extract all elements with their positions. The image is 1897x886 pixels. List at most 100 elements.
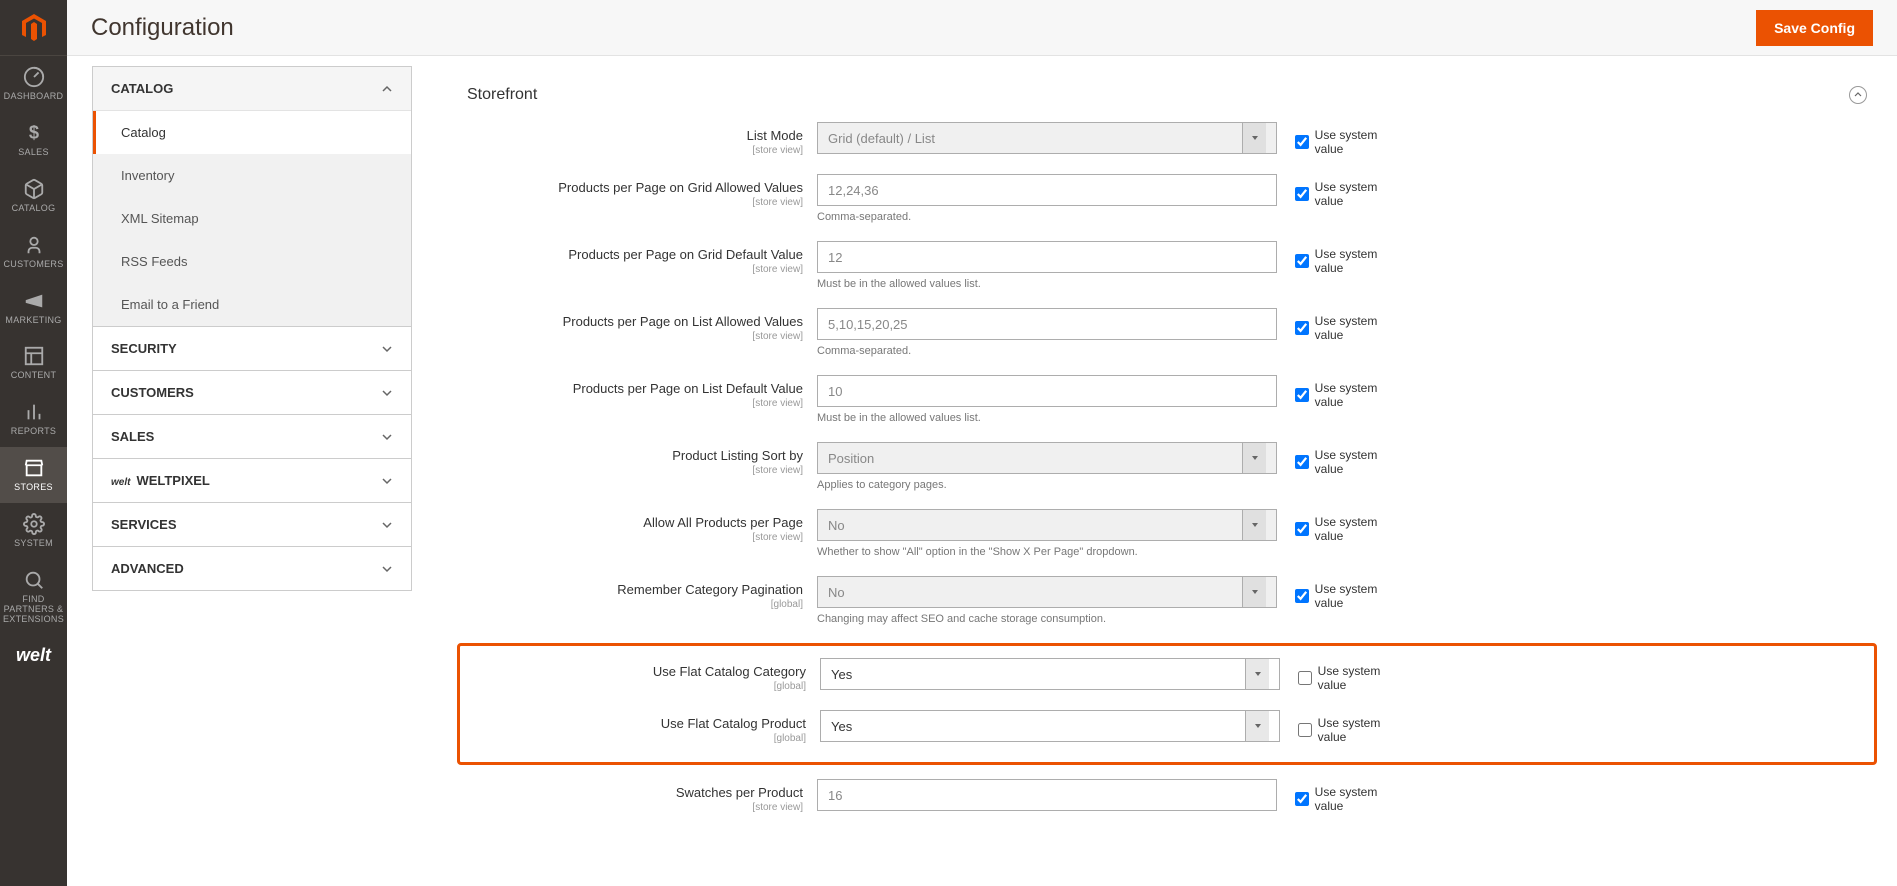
use-system-value-checkbox[interactable] [1295,522,1309,536]
nav-content-label: CONTENT [11,371,57,381]
field-scope: [store view] [467,802,803,813]
chevron-down-icon [381,387,393,399]
config-section-label: SERVICES [111,517,177,532]
use-system-value-checkbox[interactable] [1295,187,1309,201]
field-label-text: Allow All Products per Page [467,515,803,530]
config-subitem-rss-feeds[interactable]: RSS Feeds [93,240,411,283]
nav-sales-label: SALES [18,148,49,158]
nav-sales[interactable]: $ SALES [0,112,67,168]
page-title: Configuration [91,14,234,42]
nav-customers[interactable]: CUSTOMERS [0,224,67,280]
chevron-down-icon [1242,577,1266,607]
nav-dashboard[interactable]: DASHBOARD [0,56,67,112]
field-swatches: Swatches per Product [store view] Use sy… [467,779,1867,813]
field-label-text: Use Flat Catalog Product [470,716,806,731]
field-scope: [store view] [467,465,803,476]
field-remember-pagination: Remember Category Pagination [global] No… [467,576,1867,625]
field-label-text: Product Listing Sort by [467,448,803,463]
field-flat-category: Use Flat Catalog Category [global] Yes U… [460,658,1874,692]
chevron-down-icon [381,563,393,575]
flat-category-select[interactable]: Yes [820,658,1280,690]
use-system-value-checkbox[interactable] [1295,792,1309,806]
admin-sidebar: DASHBOARD $ SALES CATALOG CUSTOMERS MARK… [0,0,67,886]
use-system-value-checkbox[interactable] [1295,135,1309,149]
config-subitem-email-friend[interactable]: Email to a Friend [93,283,411,326]
field-note: Comma-separated. [817,345,1277,357]
use-system-value-checkbox[interactable] [1295,455,1309,469]
collapse-icon[interactable] [1849,86,1867,104]
nav-reports[interactable]: REPORTS [0,391,67,447]
nav-stores-label: STORES [14,483,53,493]
dollar-icon: $ [23,122,45,144]
field-scope: [store view] [467,145,803,156]
use-system-value-checkbox[interactable] [1298,723,1312,737]
use-system-value-label: Use system value [1315,247,1407,275]
weltpixel-logo-sidebar[interactable]: welt [0,635,67,676]
nav-catalog-label: CATALOG [12,204,56,214]
grid-default-input [817,241,1277,273]
use-system-value-checkbox[interactable] [1295,589,1309,603]
flat-catalog-highlight: Use Flat Catalog Category [global] Yes U… [457,643,1877,765]
config-section-header-catalog[interactable]: CATALOG [93,67,411,111]
use-system-value-label: Use system value [1315,381,1407,409]
chevron-down-icon [1242,510,1266,540]
svg-text:$: $ [28,122,38,143]
config-section-header-sales[interactable]: SALES [93,415,411,458]
nav-content[interactable]: CONTENT [0,335,67,391]
flat-product-select[interactable]: Yes [820,710,1280,742]
nav-reports-label: REPORTS [11,427,56,437]
use-system-value-label: Use system value [1315,582,1407,610]
config-section-services: SERVICES [92,502,412,547]
save-config-button[interactable]: Save Config [1756,10,1873,46]
field-scope: [store view] [467,197,803,208]
config-section-label: ADVANCED [111,561,184,576]
field-label-text: Products per Page on List Allowed Values [467,314,803,329]
config-section-sales: SALES [92,414,412,459]
list-mode-select: Grid (default) / List [817,122,1277,154]
nav-catalog[interactable]: CATALOG [0,168,67,224]
bar-chart-icon [23,401,45,423]
field-allow-all: Allow All Products per Page [store view]… [467,509,1867,558]
nav-system[interactable]: SYSTEM [0,503,67,559]
nav-partners[interactable]: FIND PARTNERS & EXTENSIONS [0,559,67,635]
use-system-value-label: Use system value [1315,785,1407,813]
config-section-header-advanced[interactable]: ADVANCED [93,547,411,590]
store-icon [23,457,45,479]
nav-marketing[interactable]: MARKETING [0,280,67,336]
field-list-default: Products per Page on List Default Value … [467,375,1867,424]
chevron-down-icon [381,343,393,355]
nav-stores[interactable]: STORES [0,447,67,503]
use-system-value-checkbox[interactable] [1298,671,1312,685]
list-default-input [817,375,1277,407]
fieldset-title: Storefront [467,86,537,104]
use-system-value-checkbox[interactable] [1295,254,1309,268]
chevron-down-icon [381,475,393,487]
list-allowed-input [817,308,1277,340]
config-subitem-inventory[interactable]: Inventory [93,154,411,197]
grid-allowed-input [817,174,1277,206]
nav-marketing-label: MARKETING [5,316,61,326]
megaphone-icon [23,290,45,312]
config-section-header-security[interactable]: SECURITY [93,327,411,370]
config-section-header-weltpixel[interactable]: weltWELTPIXEL [93,459,411,502]
chevron-up-icon [381,83,393,95]
config-subitem-catalog[interactable]: Catalog [93,111,411,154]
config-section-header-services[interactable]: SERVICES [93,503,411,546]
chevron-down-icon [381,431,393,443]
use-system-value-label: Use system value [1318,716,1410,744]
config-section-header-customers[interactable]: CUSTOMERS [93,371,411,414]
use-system-value-label: Use system value [1318,664,1410,692]
field-scope: [global] [470,733,806,744]
magento-logo[interactable] [0,0,67,56]
select-value: Position [828,451,874,466]
field-label-text: Swatches per Product [467,785,803,800]
field-scope: [store view] [467,398,803,409]
config-subitem-xml-sitemap[interactable]: XML Sitemap [93,197,411,240]
use-system-value-label: Use system value [1315,515,1407,543]
chevron-down-icon [1245,659,1269,689]
field-grid-allowed: Products per Page on Grid Allowed Values… [467,174,1867,223]
fieldset-header[interactable]: Storefront [467,76,1867,122]
config-section-label: WELTPIXEL [136,473,209,488]
use-system-value-checkbox[interactable] [1295,321,1309,335]
use-system-value-checkbox[interactable] [1295,388,1309,402]
